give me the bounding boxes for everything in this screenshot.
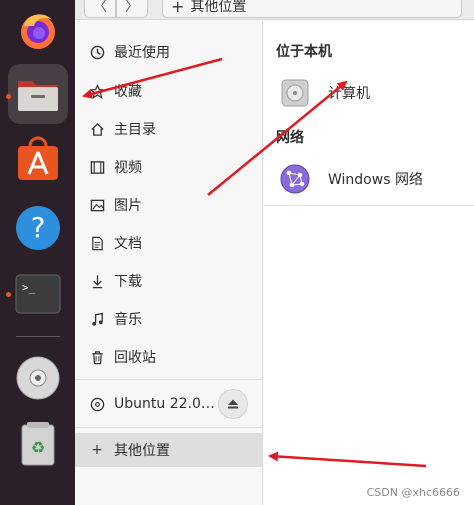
svg-text:♻: ♻ (31, 438, 45, 457)
content-area: 位于本机 计算机 网络 Windows 网络 (264, 21, 474, 505)
app-store-icon (18, 136, 58, 180)
sidebar-item-label: 视频 (114, 160, 142, 176)
plus-icon: + (171, 0, 185, 16)
firefox-launcher[interactable] (8, 0, 68, 60)
running-indicator (6, 94, 11, 99)
sidebar-item-recent[interactable]: 最近使用 (75, 35, 263, 69)
disc-launcher[interactable] (8, 348, 68, 408)
sidebar-item-videos[interactable]: 视频 (75, 150, 263, 184)
sidebar-item-label: 收藏 (114, 84, 142, 100)
sidebar-item-downloads[interactable]: 下载 (75, 264, 263, 298)
download-icon (89, 273, 105, 289)
chevron-left-icon: 〈 (93, 0, 107, 15)
sidebar-item-home[interactable]: 主目录 (75, 112, 263, 146)
sidebar-item-label: 文档 (114, 236, 142, 252)
app-center-launcher[interactable] (8, 130, 68, 190)
sidebar-item-documents[interactable]: 文档 (75, 226, 263, 260)
trash-launcher[interactable]: ♻ (8, 414, 68, 474)
watermark: CSDN @xhc6666 (366, 486, 460, 499)
location-row-computer[interactable]: 计算机 (264, 73, 474, 113)
sidebar-separator (75, 427, 263, 428)
terminal-launcher[interactable]: >_ (8, 264, 68, 324)
section-title-local: 位于本机 (276, 44, 332, 60)
trash-icon (89, 349, 105, 365)
home-icon (89, 121, 105, 137)
location-label: Windows 网络 (328, 172, 423, 188)
star-icon (89, 83, 105, 99)
sidebar-item-trash[interactable]: 回收站 (75, 340, 263, 374)
sidebar: 最近使用 收藏 主目录 视频 图片 文档 下载 音乐 回收站 Ubuntu 22… (75, 21, 263, 505)
forward-button[interactable]: 〉 (116, 0, 148, 18)
header-bar: 〈 〉 + 其他位置 (75, 0, 474, 20)
sidebar-item-other-locations[interactable]: + 其他位置 (75, 433, 263, 467)
disc-icon (16, 356, 60, 400)
sidebar-item-music[interactable]: 音乐 (75, 302, 263, 336)
section-title-network: 网络 (276, 130, 304, 146)
dock: ? >_ ♻ (0, 0, 75, 505)
svg-text:>_: >_ (22, 281, 36, 294)
sidebar-item-label: 音乐 (114, 312, 142, 328)
recycle-bin-icon: ♻ (21, 422, 55, 466)
location-label: 计算机 (328, 86, 370, 102)
film-icon (89, 159, 105, 175)
path-label: 其他位置 (190, 0, 247, 15)
firefox-icon (21, 14, 55, 49)
sidebar-item-label: 回收站 (114, 350, 156, 366)
eject-icon (228, 399, 238, 409)
sidebar-item-label: Ubuntu 22.0… (114, 396, 215, 412)
harddisk-icon (281, 79, 309, 107)
drive-icon (89, 396, 105, 412)
sidebar-item-label: 下载 (114, 274, 142, 290)
files-launcher[interactable] (8, 64, 68, 124)
content-separator (264, 205, 474, 206)
location-path-bar[interactable]: + 其他位置 (162, 0, 462, 18)
sidebar-item-label: 主目录 (114, 122, 156, 138)
sidebar-item-starred[interactable]: 收藏 (75, 74, 263, 108)
folder-icon (18, 81, 58, 111)
dock-separator (16, 336, 60, 337)
running-indicator (6, 292, 11, 297)
help-launcher[interactable]: ? (8, 198, 68, 258)
terminal-icon: >_ (15, 274, 61, 314)
eject-button[interactable] (218, 389, 248, 419)
sidebar-item-label: 图片 (114, 198, 142, 214)
svg-text:?: ? (31, 211, 46, 244)
location-row-windows-network[interactable]: Windows 网络 (264, 159, 474, 199)
sidebar-item-label: 最近使用 (114, 45, 170, 61)
back-button[interactable]: 〈 (84, 0, 116, 18)
document-icon (89, 235, 105, 251)
network-icon (280, 164, 310, 194)
image-icon (89, 197, 105, 213)
sidebar-item-pictures[interactable]: 图片 (75, 188, 263, 222)
help-icon: ? (16, 206, 60, 250)
sidebar-separator (75, 379, 263, 380)
plus-icon: + (91, 442, 103, 458)
sidebar-item-label: 其他位置 (114, 443, 170, 459)
clock-icon (89, 44, 105, 60)
chevron-right-icon: 〉 (125, 0, 139, 15)
music-icon (89, 311, 105, 327)
